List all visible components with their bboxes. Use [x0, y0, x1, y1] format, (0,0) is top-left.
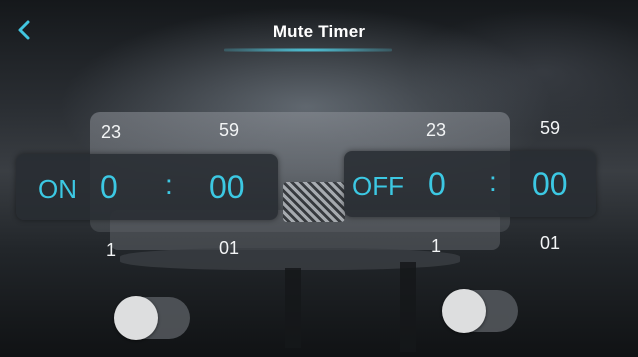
on-label: ON — [38, 174, 77, 204]
on-hour-wheel-above[interactable]: 23 — [86, 122, 136, 143]
off-timer-panel[interactable]: OFF 0 : 00 — [344, 151, 596, 217]
on-hour-wheel-below[interactable]: 1 — [86, 240, 136, 261]
background-pillow — [283, 182, 345, 222]
off-timer-toggle[interactable] — [442, 289, 518, 333]
off-minute-value[interactable]: 00 — [532, 168, 568, 200]
page-title: Mute Timer — [272, 22, 366, 41]
on-hour-value[interactable]: 0 — [100, 171, 118, 203]
off-hour-wheel-below[interactable]: 1 — [411, 236, 461, 257]
off-minute-wheel-above[interactable]: 59 — [525, 118, 575, 139]
on-timer-panel[interactable]: ON 0 : 00 — [16, 154, 278, 220]
on-separator: : — [165, 169, 173, 200]
on-minute-wheel-below[interactable]: 01 — [204, 238, 254, 259]
background-table-leg — [400, 262, 416, 352]
off-separator: : — [489, 166, 497, 197]
background-table-leg — [285, 268, 301, 348]
off-minute-wheel-below[interactable]: 01 — [525, 233, 575, 254]
off-label: OFF — [352, 171, 404, 201]
on-minute-wheel-above[interactable]: 59 — [204, 120, 254, 141]
off-hour-wheel-above[interactable]: 23 — [411, 120, 461, 141]
title-underline — [224, 48, 392, 52]
off-hour-value[interactable]: 0 — [428, 168, 446, 200]
on-timer-toggle[interactable] — [114, 296, 190, 340]
on-minute-value[interactable]: 00 — [209, 171, 245, 203]
on-timer-toggle-knob — [114, 296, 158, 340]
off-timer-toggle-knob — [442, 289, 486, 333]
